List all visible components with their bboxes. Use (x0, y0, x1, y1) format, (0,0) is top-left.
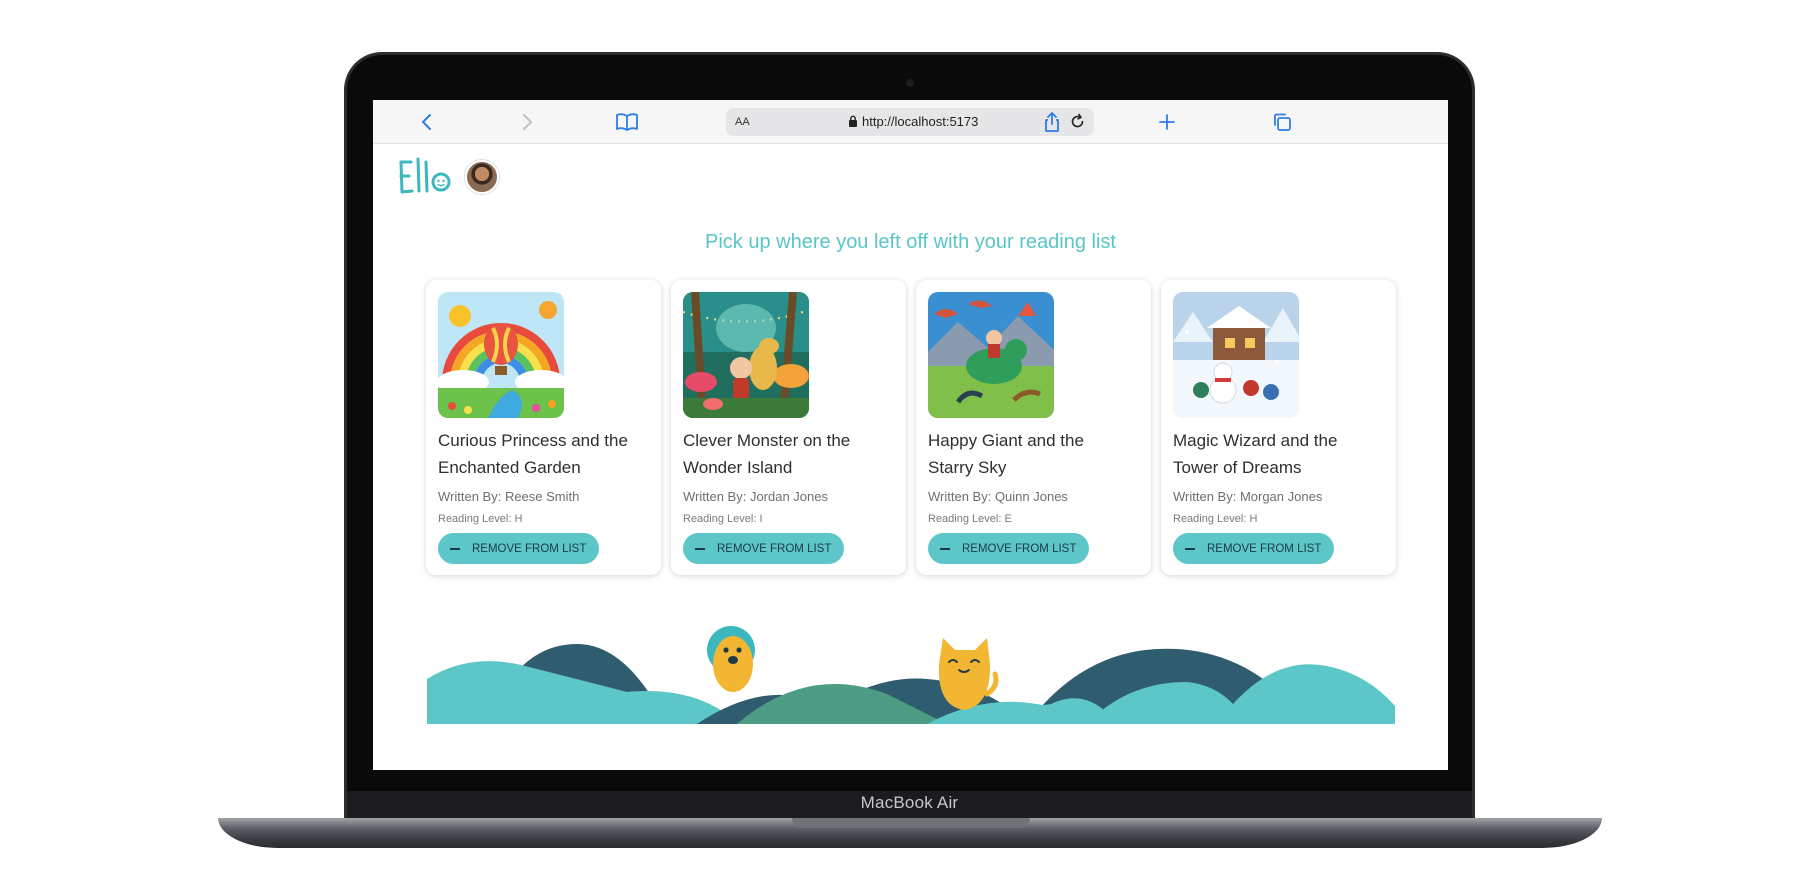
remove-from-list-button[interactable]: REMOVE FROM LIST (1173, 533, 1334, 564)
page-headline: Pick up where you left off with your rea… (705, 231, 1116, 253)
book-title[interactable]: Happy Giant and the Starry Sky (928, 427, 1128, 481)
book-card[interactable]: Curious Princess and the Enchanted Garde… (426, 280, 661, 575)
reload-icon[interactable] (1069, 113, 1086, 135)
back-icon[interactable] (414, 109, 440, 135)
browser-toolbar: AA http://localhost:5173 (373, 100, 1448, 144)
laptop-hinge-notch (792, 818, 1030, 828)
book-cover-image[interactable] (683, 292, 809, 418)
book-card[interactable]: Clever Monster on the Wonder Island Writ… (671, 280, 906, 575)
remove-from-list-button[interactable]: REMOVE FROM LIST (683, 533, 844, 564)
forward-icon[interactable] (514, 109, 540, 135)
reading-level: Reading Level: I (683, 513, 763, 525)
remove-button-label: REMOVE FROM LIST (1207, 542, 1322, 555)
remove-button-label: REMOVE FROM LIST (472, 542, 587, 555)
remove-from-list-button[interactable]: REMOVE FROM LIST (928, 533, 1089, 564)
book-cover-image[interactable] (928, 292, 1054, 418)
camera (906, 79, 914, 87)
remove-from-list-button[interactable]: REMOVE FROM LIST (438, 533, 599, 564)
book-author: Written By: Quinn Jones (928, 489, 1068, 504)
user-avatar[interactable] (465, 160, 499, 194)
minus-icon (450, 547, 460, 550)
screen: AA http://localhost:5173 Pick up where y… (373, 100, 1448, 770)
device-label: MacBook Air (860, 793, 959, 812)
book-cover-image[interactable] (438, 292, 564, 418)
reading-level: Reading Level: H (1173, 513, 1258, 525)
remove-button-label: REMOVE FROM LIST (962, 542, 1077, 555)
ello-logo[interactable] (397, 156, 453, 201)
book-card[interactable]: Happy Giant and the Starry Sky Written B… (916, 280, 1151, 575)
share-icon[interactable] (1039, 109, 1065, 135)
lock-icon (848, 115, 858, 133)
new-tab-icon[interactable] (1154, 109, 1180, 135)
book-author: Written By: Jordan Jones (683, 489, 828, 504)
book-title[interactable]: Curious Princess and the Enchanted Garde… (438, 427, 638, 481)
reading-level: Reading Level: E (928, 513, 1012, 525)
hills-illustration (427, 624, 1395, 724)
text-size-button[interactable]: AA (735, 116, 750, 128)
dino-mascot-icon (707, 626, 755, 692)
minus-icon (940, 547, 950, 550)
reading-level: Reading Level: H (438, 513, 523, 525)
reading-list: Curious Princess and the Enchanted Garde… (426, 280, 1396, 576)
bookmarks-icon[interactable] (614, 109, 640, 135)
remove-button-label: REMOVE FROM LIST (717, 542, 832, 555)
book-title[interactable]: Clever Monster on the Wonder Island (683, 427, 883, 481)
tabs-icon[interactable] (1269, 109, 1295, 135)
book-author: Written By: Morgan Jones (1173, 489, 1323, 504)
minus-icon (1185, 547, 1195, 550)
book-cover-image[interactable] (1173, 292, 1299, 418)
book-title[interactable]: Magic Wizard and the Tower of Dreams (1173, 427, 1373, 481)
book-card[interactable]: Magic Wizard and the Tower of Dreams Wri… (1161, 280, 1396, 575)
minus-icon (695, 547, 705, 550)
url-text: http://localhost:5173 (862, 114, 979, 129)
book-author: Written By: Reese Smith (438, 489, 580, 504)
